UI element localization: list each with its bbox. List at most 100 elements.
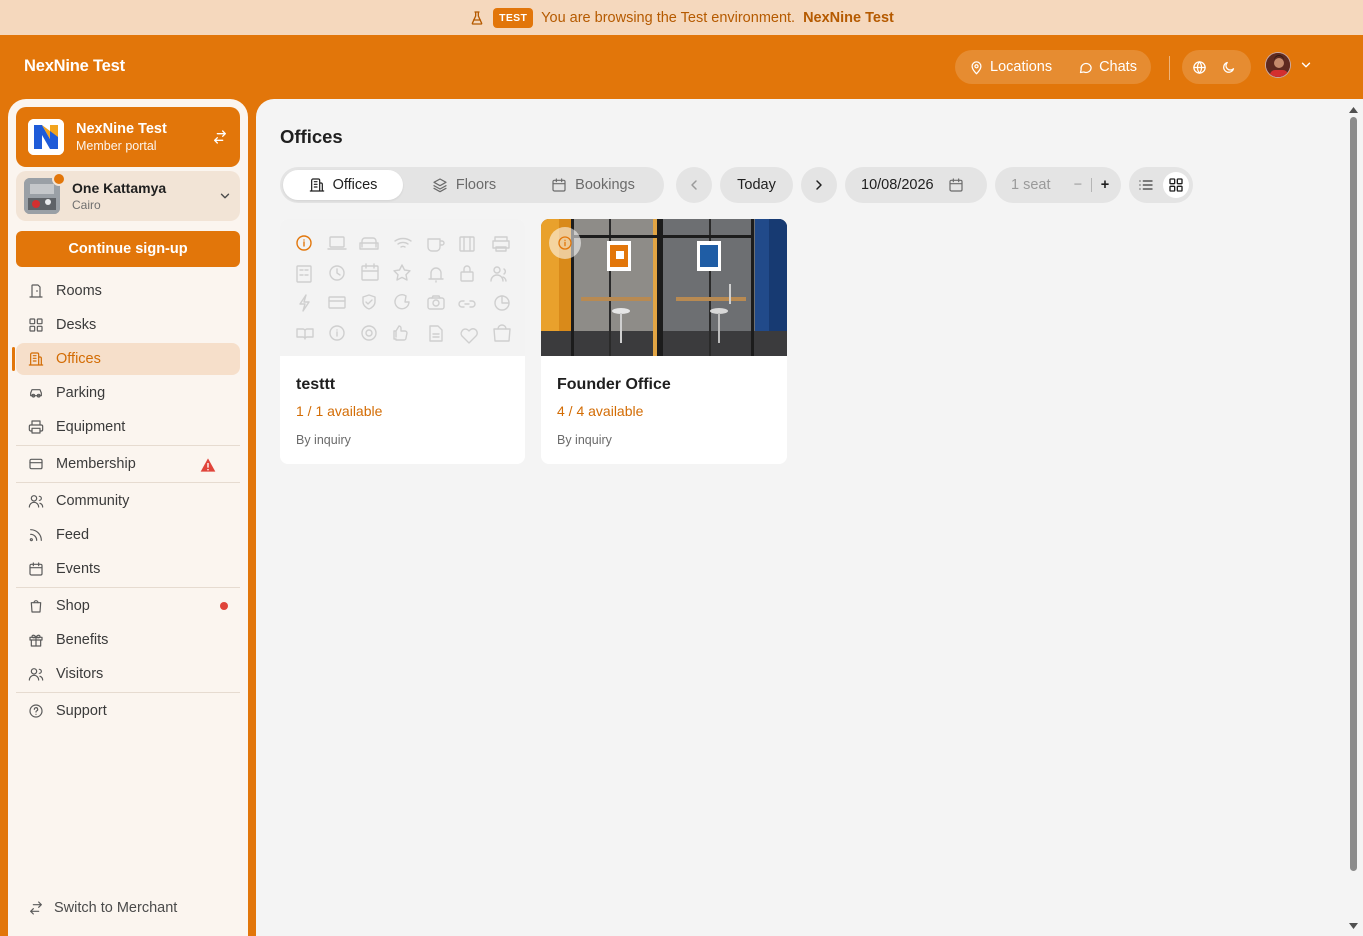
- bag-icon: [30, 600, 42, 613]
- switch-label: Switch to Merchant: [54, 900, 178, 916]
- continue-signup-button[interactable]: Continue sign-up: [16, 231, 240, 267]
- header-settings-pill: [1182, 50, 1251, 84]
- swap-icon[interactable]: [212, 129, 228, 145]
- header-divider: [1169, 56, 1170, 80]
- tab-offices[interactable]: Offices: [283, 170, 403, 200]
- stepper-divider: [1091, 178, 1092, 192]
- sidebar-item-label: Rooms: [56, 283, 102, 299]
- workspace-subtitle: Member portal: [76, 139, 157, 153]
- grid-icon: [1169, 178, 1183, 192]
- active-indicator: [12, 347, 15, 371]
- user-icon: [28, 668, 44, 681]
- top-bar: NexNine Test: [0, 35, 1363, 99]
- office-name: testtt: [296, 376, 336, 393]
- sidebar-item-feed[interactable]: Feed: [16, 519, 240, 551]
- moon-icon: [1223, 61, 1235, 73]
- header-nav-pill: Locations Chats: [955, 50, 1151, 84]
- workspace-switcher[interactable]: NexNine Test Member portal: [16, 107, 240, 167]
- brand-name[interactable]: NexNine Test: [24, 57, 125, 76]
- sidebar-item-membership[interactable]: Membership: [16, 448, 240, 480]
- date-picker[interactable]: 10/08/2026: [845, 167, 987, 203]
- chats-button[interactable]: Chats: [1066, 50, 1151, 84]
- sidebar-item-events[interactable]: Events: [16, 553, 240, 585]
- car-icon: [30, 389, 42, 398]
- sidebar-divider: [16, 445, 240, 446]
- grid-view-button[interactable]: [1163, 172, 1189, 198]
- swap-icon: [30, 901, 42, 915]
- sidebar-item-rooms[interactable]: Rooms: [16, 275, 240, 307]
- rss-icon: [29, 529, 42, 542]
- sidebar-item-label: Shop: [56, 598, 90, 614]
- office-card[interactable]: Founder Office 4 / 4 available By inquir…: [541, 219, 787, 464]
- scroll-up-icon: [1349, 107, 1358, 113]
- theme-toggle-button[interactable]: [1217, 50, 1244, 84]
- user-menu[interactable]: [1265, 52, 1313, 78]
- main-content: Offices Offices Floors Bookings Today 10…: [256, 99, 1363, 936]
- sidebar-divider: [16, 587, 240, 588]
- next-day-button[interactable]: [801, 167, 837, 203]
- notification-dot: [220, 602, 228, 610]
- sidebar-item-parking[interactable]: Parking: [16, 377, 240, 409]
- sidebar-item-label: Desks: [56, 317, 97, 333]
- tab-label: Offices: [332, 177, 378, 193]
- view-tabs: Offices Floors Bookings: [280, 167, 664, 203]
- sidebar-item-benefits[interactable]: Benefits: [16, 624, 240, 656]
- location-status-icon: [52, 172, 66, 186]
- sidebar-item-label: Feed: [56, 527, 90, 543]
- sidebar-item-label: Benefits: [56, 632, 109, 648]
- language-button[interactable]: [1182, 50, 1217, 84]
- calendar-icon: [948, 178, 963, 192]
- sidebar-divider: [16, 692, 240, 693]
- building-icon: [309, 178, 324, 192]
- date-value: 10/08/2026: [861, 177, 934, 193]
- building-icon: [28, 352, 44, 366]
- office-photo: [541, 219, 787, 356]
- sidebar-item-equipment[interactable]: Equipment: [16, 411, 240, 443]
- chevron-right-icon: [816, 180, 822, 190]
- seats-value: 1 seat: [1011, 177, 1051, 193]
- door-icon: [29, 284, 43, 298]
- sidebar-item-support[interactable]: Support: [16, 695, 240, 727]
- today-button[interactable]: Today: [720, 167, 793, 203]
- seat-decrement-button[interactable]: −: [1069, 177, 1087, 193]
- seat-stepper: 1 seat − +: [995, 167, 1121, 203]
- tab-bookings[interactable]: Bookings: [525, 170, 661, 200]
- sidebar-item-label: Offices: [56, 351, 101, 367]
- sidebar-item-shop[interactable]: Shop: [16, 590, 240, 622]
- list-icon: [1139, 180, 1153, 190]
- list-view-button[interactable]: [1133, 172, 1159, 198]
- map-pin-icon: [971, 60, 982, 74]
- avatar: [1265, 52, 1291, 78]
- layers-icon: [433, 178, 447, 193]
- sidebar-item-desks[interactable]: Desks: [16, 309, 240, 341]
- locations-button[interactable]: Locations: [955, 50, 1066, 84]
- gift-icon: [29, 634, 43, 647]
- switch-to-merchant-button[interactable]: Switch to Merchant: [28, 900, 177, 916]
- printer-icon: [28, 420, 44, 434]
- location-selector[interactable]: One Kattamya Cairo: [16, 171, 240, 221]
- prev-day-button[interactable]: [676, 167, 712, 203]
- sidebar-item-visitors[interactable]: Visitors: [16, 658, 240, 690]
- sidebar-item-community[interactable]: Community: [16, 485, 240, 517]
- scrollbar-thumb[interactable]: [1350, 117, 1357, 871]
- workspace-title: NexNine Test: [76, 121, 167, 137]
- tab-label: Bookings: [575, 177, 635, 193]
- chevron-left-icon: [691, 180, 697, 190]
- grid-icon: [29, 318, 43, 332]
- office-availability: 4 / 4 available: [557, 403, 644, 419]
- office-card[interactable]: testtt 1 / 1 available By inquiry: [280, 219, 525, 464]
- office-price: By inquiry: [557, 433, 612, 447]
- tab-floors[interactable]: Floors: [403, 170, 525, 200]
- scrollbar[interactable]: [1349, 107, 1358, 936]
- flask-icon: [471, 10, 483, 25]
- seat-increment-button[interactable]: +: [1096, 177, 1114, 193]
- sidebar-item-offices[interactable]: Offices: [12, 343, 240, 375]
- environment-banner: TEST You are browsing the Test environme…: [0, 0, 1363, 35]
- location-title: One Kattamya: [72, 180, 167, 196]
- office-availability: 1 / 1 available: [296, 403, 383, 419]
- office-price: By inquiry: [296, 433, 351, 447]
- globe-icon: [1193, 60, 1206, 74]
- sidebar-item-label: Membership: [56, 456, 136, 472]
- calendar-icon: [552, 178, 566, 192]
- info-button[interactable]: [549, 227, 581, 259]
